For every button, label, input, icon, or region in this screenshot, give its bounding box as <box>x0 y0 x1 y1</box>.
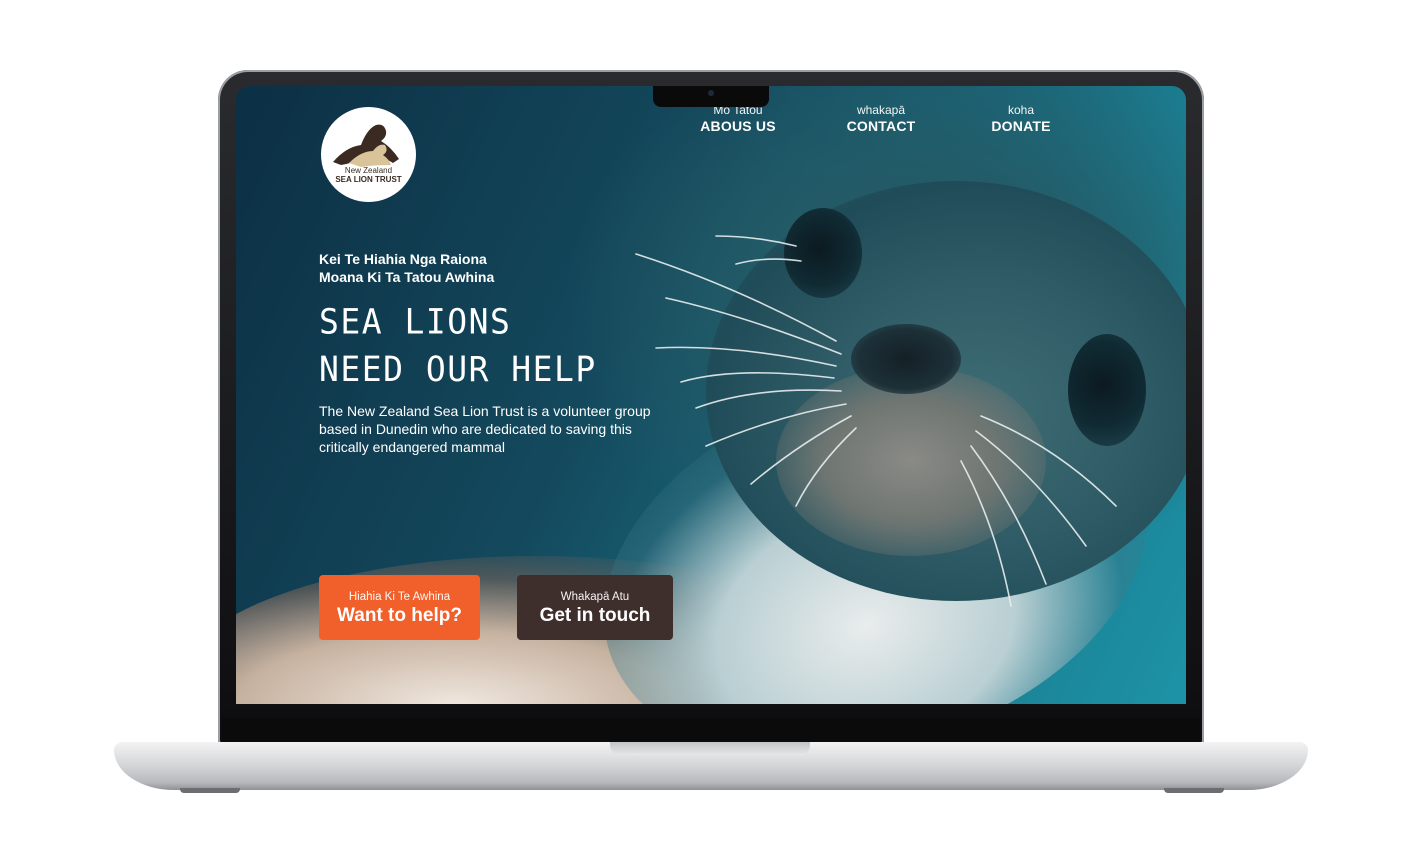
hero-headline: SEA LIONS NEED OUR HELP <box>319 298 597 393</box>
nav-about-us-label: ABOUS US <box>700 118 776 134</box>
laptop-foot-left <box>180 788 240 793</box>
hero-headline-line1: SEA LIONS <box>319 301 512 343</box>
sea-lion-logo-icon <box>333 124 399 167</box>
nav-donate[interactable]: koha DONATE <box>978 103 1064 135</box>
hero-headline-line2: NEED OUR HELP <box>319 348 597 390</box>
screen-notch <box>653 86 769 107</box>
nav-contact-label: CONTACT <box>846 118 916 134</box>
nav-donate-maori: koha <box>1007 103 1035 117</box>
device-mockup: New Zealand SEA LION TRUST Mo Tatou ABOU… <box>0 0 1407 858</box>
logo-text-region: New Zealand <box>344 166 393 175</box>
hero-tagline: Kei Te Hiahia Nga Raiona Moana Ki Ta Tat… <box>319 251 495 285</box>
get-in-touch-maori: Whakapā Atu <box>560 591 630 603</box>
want-to-help-maori: Hiahia Ki Te Awhina <box>348 591 451 603</box>
website-screen: New Zealand SEA LION TRUST Mo Tatou ABOU… <box>236 86 1186 704</box>
nav-contact-maori: whakapā <box>856 103 906 117</box>
camera-icon <box>708 90 714 96</box>
sea-lion-trust-logo[interactable]: New Zealand SEA LION TRUST <box>321 107 416 202</box>
nav-donate-label: DONATE <box>991 118 1051 134</box>
laptop-base-notch <box>610 742 810 755</box>
laptop-foot-right <box>1164 788 1224 793</box>
get-in-touch-button[interactable]: Whakapā Atu Get in touch <box>517 575 673 640</box>
laptop-bezel-bottom <box>222 718 1200 744</box>
want-to-help-button[interactable]: Hiahia Ki Te Awhina Want to help? <box>319 575 480 640</box>
logo-text-name: SEA LION TRUST <box>335 175 402 184</box>
want-to-help-label: Want to help? <box>337 605 462 626</box>
hero-description: The New Zealand Sea Lion Trust is a volu… <box>319 403 651 455</box>
nav-about-us[interactable]: Mo Tatou ABOUS US <box>686 103 790 135</box>
nav-contact[interactable]: whakapā CONTACT <box>833 103 929 135</box>
laptop-base <box>114 742 1308 790</box>
get-in-touch-label: Get in touch <box>539 605 651 626</box>
